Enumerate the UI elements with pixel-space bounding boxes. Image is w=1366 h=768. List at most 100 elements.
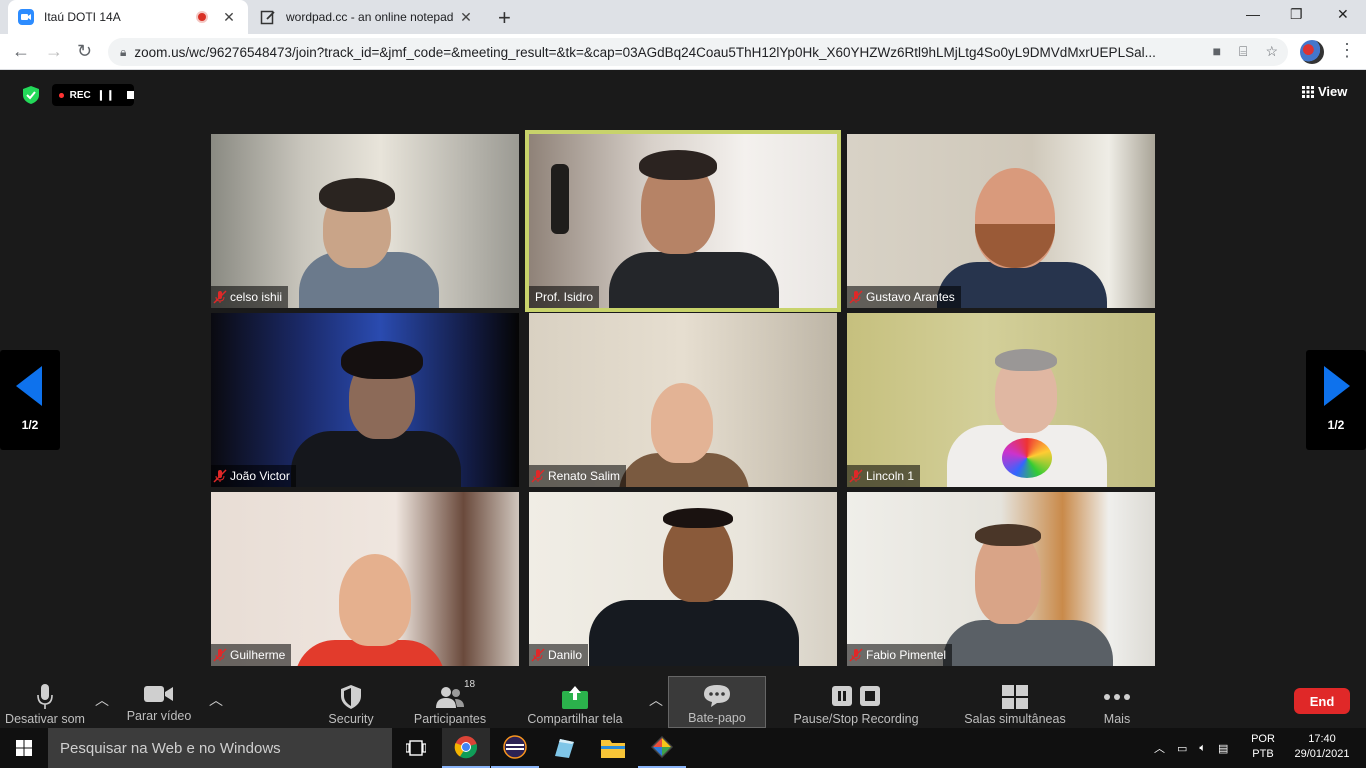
stop-video-button[interactable]: Parar vídeo (118, 676, 200, 728)
participant-name: Danilo (548, 648, 583, 662)
input-language-indicator[interactable]: POR PTB (1244, 732, 1282, 762)
close-window-icon[interactable]: ✕ (1337, 6, 1349, 23)
video-tile[interactable]: João Victor (211, 313, 519, 487)
close-tab-icon[interactable]: ✕ (220, 9, 238, 26)
grid-icon (1302, 85, 1314, 98)
participants-label: Participantes (413, 712, 487, 726)
page-indicator: 1/2 (1327, 418, 1345, 432)
participant-name-tag: Fabio Pimentel (847, 644, 953, 666)
more-label: Mais (1103, 712, 1131, 726)
muted-mic-icon (849, 469, 863, 483)
arrow-right-icon (1324, 366, 1350, 406)
forward-icon[interactable]: → (45, 41, 63, 62)
video-tile[interactable]: Guilherme (211, 492, 519, 666)
chrome-taskbar-icon[interactable] (442, 728, 490, 768)
close-tab-icon[interactable]: ✕ (457, 9, 475, 26)
share-screen-icon (562, 682, 588, 712)
shield-icon (341, 682, 361, 712)
video-tile[interactable]: Lincoln 1 (847, 313, 1155, 487)
tab-zoom[interactable]: Itaú DOTI 14A ✕ (8, 0, 248, 34)
back-icon[interactable]: ← (12, 41, 30, 62)
mute-button[interactable]: Desativar som (0, 676, 90, 728)
address-bar-row: ← → ↻ 🔒︎ zoom.us/wc/96276548473/join?tra… (0, 34, 1366, 70)
share-screen-button[interactable]: Compartilhar tela (520, 676, 630, 728)
system-clock[interactable]: 17:40 29/01/2021 (1286, 732, 1358, 762)
clock-time: 17:40 (1308, 733, 1336, 745)
page-indicator: 1/2 (21, 418, 39, 432)
participant-name-tag: Prof. Isidro (529, 286, 600, 308)
security-label: Security (328, 712, 374, 726)
participant-name: Prof. Isidro (535, 290, 594, 304)
participant-name: João Victor (230, 469, 290, 483)
next-page-button[interactable]: 1/2 (1306, 350, 1366, 450)
video-tile[interactable]: Renato Salim (529, 313, 837, 487)
windows-logo-icon (16, 740, 32, 756)
previous-page-button[interactable]: 1/2 (0, 350, 60, 450)
muted-mic-icon (213, 290, 227, 304)
video-options-chevron-icon[interactable]: ︿ (209, 690, 223, 710)
video-tile[interactable]: Danilo (529, 492, 837, 666)
pause-stop-recording-button[interactable]: Pause/Stop Recording (790, 676, 922, 728)
git-tool-taskbar-icon[interactable] (638, 728, 686, 768)
volume-icon[interactable]: 🔈︎ (1199, 742, 1206, 755)
pause-stop-icon (832, 682, 880, 712)
participant-name: Renato Salim (548, 469, 621, 483)
task-view-icon[interactable] (392, 728, 440, 768)
video-tile[interactable]: Fabio Pimentel (847, 492, 1155, 666)
video-camera-icon (144, 679, 174, 709)
browser-tab-strip: Itaú DOTI 14A ✕ wordpad.cc - an online n… (0, 0, 1366, 34)
end-meeting-button[interactable]: End (1294, 688, 1350, 714)
participants-button[interactable]: Participantes (405, 676, 495, 728)
camera-icon[interactable]: ■ (1213, 43, 1221, 60)
tab-wordpad[interactable]: wordpad.cc - an online notepad ✕ (250, 0, 485, 34)
participant-name: Lincoln 1 (866, 469, 915, 483)
muted-mic-icon (849, 290, 863, 304)
windows-taskbar: Pesquisar na Web e no Windows ︿ ▭ 🔈︎ ▤ P… (0, 728, 1366, 768)
url-field[interactable]: 🔒︎ zoom.us/wc/96276548473/join?track_id=… (108, 38, 1288, 66)
chat-bubble-icon (703, 681, 731, 711)
video-tile-active-speaker[interactable]: Prof. Isidro (525, 130, 841, 312)
security-button[interactable]: Security (316, 676, 386, 728)
participant-name: Fabio Pimentel (866, 648, 947, 662)
minimize-icon[interactable]: — (1246, 6, 1260, 22)
more-dots-icon (1103, 682, 1131, 712)
chat-button[interactable]: Bate-papo (668, 676, 766, 728)
participant-name-tag: João Victor (211, 465, 296, 487)
muted-mic-icon (213, 469, 227, 483)
eclipse-taskbar-icon[interactable] (491, 728, 539, 768)
breakout-rooms-button[interactable]: Salas simultâneas (958, 676, 1072, 728)
mute-label: Desativar som (5, 712, 85, 726)
restore-icon[interactable]: ❐ (1290, 6, 1303, 23)
view-button[interactable]: View (1302, 84, 1347, 99)
participant-name-tag: Lincoln 1 (847, 465, 921, 487)
participant-name: celso ishii (230, 290, 283, 304)
recording-status[interactable]: REC ❙❙ (52, 84, 134, 106)
recording-indicator-icon (196, 11, 208, 23)
translate-icon[interactable]: ⌸ (1239, 43, 1247, 60)
stop-recording-icon[interactable] (126, 91, 134, 99)
tab-title: wordpad.cc - an online notepad (286, 10, 454, 24)
audio-options-chevron-icon[interactable]: ︿ (95, 690, 109, 710)
taskbar-search-input[interactable]: Pesquisar na Web e no Windows (48, 728, 392, 768)
pause-recording-icon[interactable]: ❙❙ (97, 90, 116, 101)
video-tile[interactable]: celso ishii (211, 134, 519, 308)
bookmark-star-icon[interactable]: ☆ (1265, 43, 1278, 60)
file-explorer-icon[interactable] (589, 728, 637, 768)
tray-chevron-icon[interactable]: ︿ (1154, 740, 1165, 756)
video-tile[interactable]: Gustavo Arantes (847, 134, 1155, 308)
network-icon[interactable]: ▭ (1177, 742, 1187, 755)
participants-icon (435, 682, 465, 712)
reload-icon[interactable]: ↻ (77, 41, 92, 62)
share-options-chevron-icon[interactable]: ︿ (649, 690, 663, 710)
notes-app-taskbar-icon[interactable] (540, 728, 588, 768)
profile-avatar[interactable] (1300, 40, 1324, 64)
participant-name-tag: Danilo (529, 644, 589, 666)
notification-message-icon[interactable]: ▤ (1218, 742, 1228, 755)
more-button[interactable]: Mais (1092, 676, 1142, 728)
windows-start-button[interactable] (0, 728, 48, 768)
participant-name-tag: Renato Salim (529, 465, 627, 487)
new-tab-icon[interactable]: + (498, 5, 511, 31)
browser-menu-icon[interactable]: ⋮ (1338, 40, 1356, 61)
microphone-icon (36, 682, 54, 712)
encryption-shield-icon[interactable] (23, 86, 39, 104)
